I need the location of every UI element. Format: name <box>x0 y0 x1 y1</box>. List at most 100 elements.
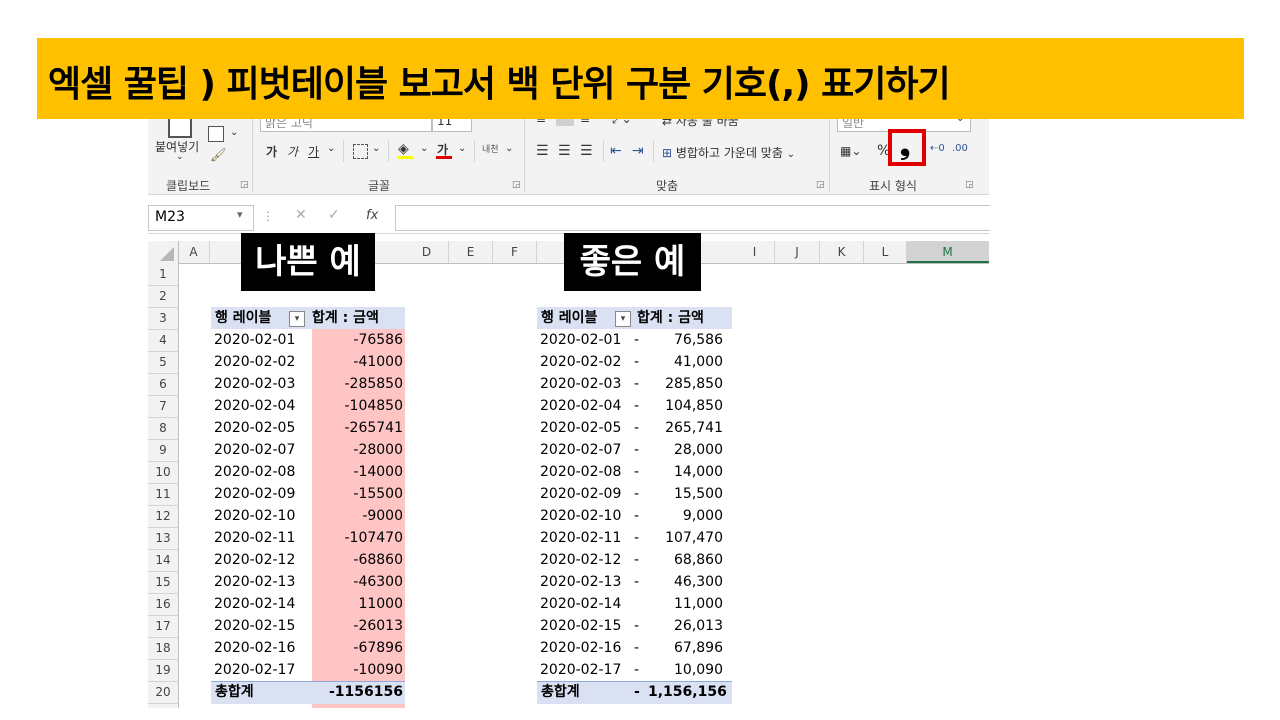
table-row-value[interactable]: -15500 <box>312 483 403 505</box>
align-center-icon[interactable]: ☰ <box>558 143 571 159</box>
border-chevron-icon[interactable]: ⌄ <box>372 143 380 154</box>
table-row-date[interactable]: 2020-02-02 <box>214 351 310 373</box>
font-color-chevron-icon[interactable]: ⌄ <box>458 143 466 154</box>
column-header-j[interactable]: J <box>775 241 820 263</box>
phonetic-chevron-icon[interactable]: ⌄ <box>505 143 513 154</box>
filter-dropdown-icon[interactable]: ▾ <box>289 311 305 327</box>
table-row-value[interactable]: 67,896 <box>648 637 723 659</box>
fill-color-icon[interactable]: ◈ <box>398 141 409 157</box>
clipboard-launcher-icon[interactable]: ◲ <box>240 180 249 190</box>
table-row-date[interactable]: 2020-02-03 <box>214 373 310 395</box>
table-row-value[interactable]: 107,470 <box>648 527 723 549</box>
table-row-date[interactable]: 2020-02-10 <box>214 505 310 527</box>
row-header-16[interactable]: 16 <box>148 593 178 616</box>
bad-table-total-value[interactable]: -1156156 <box>312 681 403 703</box>
table-row-date[interactable]: 2020-02-08 <box>540 461 636 483</box>
table-row-date[interactable]: 2020-02-11 <box>214 527 310 549</box>
row-header-1[interactable]: 1 <box>148 263 178 286</box>
merge-center-button[interactable]: ⊞ 병합하고 가운데 맞춤 ⌄ <box>662 144 795 161</box>
copy-chevron-icon[interactable]: ⌄ <box>230 127 238 138</box>
table-row-date[interactable]: 2020-02-15 <box>214 615 310 637</box>
row-header-11[interactable]: 11 <box>148 483 178 506</box>
table-row-value[interactable]: 15,500 <box>648 483 723 505</box>
good-table-total-label[interactable]: 총합계 <box>541 681 631 703</box>
table-row-date[interactable]: 2020-02-12 <box>214 549 310 571</box>
bad-table-total-label[interactable]: 총합계 <box>215 681 305 703</box>
filter-dropdown-icon[interactable]: ▾ <box>615 311 631 327</box>
table-row-value[interactable]: -285850 <box>312 373 404 395</box>
decrease-decimal-icon[interactable]: .00 <box>952 143 968 154</box>
row-header-5[interactable]: 5 <box>148 351 178 374</box>
table-row-date[interactable]: 2020-02-12 <box>540 549 636 571</box>
table-row-value[interactable]: 104,850 <box>648 395 723 417</box>
format-painter-icon[interactable]: 🖌 <box>210 148 227 163</box>
table-row-value[interactable]: -41000 <box>312 351 403 373</box>
table-row-value[interactable]: 46,300 <box>648 571 723 593</box>
table-row-date[interactable]: 2020-02-09 <box>214 483 310 505</box>
table-row-value[interactable]: -10090 <box>312 659 403 681</box>
row-header-9[interactable]: 9 <box>148 439 178 462</box>
underline-chevron-icon[interactable]: ⌄ <box>327 143 335 154</box>
table-row-value[interactable]: -14000 <box>312 461 403 483</box>
table-row-date[interactable]: 2020-02-04 <box>214 395 310 417</box>
table-row-value[interactable]: 76,586 <box>648 329 723 351</box>
row-header-6[interactable]: 6 <box>148 373 178 396</box>
name-box[interactable]: M23 ▾ <box>148 205 254 231</box>
row-header-13[interactable]: 13 <box>148 527 178 550</box>
formula-options-icon[interactable]: ⋮ <box>262 209 274 223</box>
formula-input[interactable] <box>395 205 990 231</box>
row-header-2[interactable]: 2 <box>148 285 178 308</box>
select-all-button[interactable] <box>148 241 179 263</box>
name-box-chevron-icon[interactable]: ▾ <box>237 208 243 221</box>
row-header-8[interactable]: 8 <box>148 417 178 440</box>
row-header-10[interactable]: 10 <box>148 461 178 484</box>
row-header-18[interactable]: 18 <box>148 637 178 660</box>
table-row-value[interactable]: -104850 <box>312 395 404 417</box>
row-header-17[interactable]: 17 <box>148 615 178 638</box>
table-row-value[interactable]: 11,000 <box>648 593 723 615</box>
table-row-value[interactable]: -107470 <box>312 527 404 549</box>
table-row-date[interactable]: 2020-02-13 <box>214 571 310 593</box>
table-row-value[interactable]: 41,000 <box>648 351 723 373</box>
table-row-value[interactable]: -28000 <box>312 439 403 461</box>
table-row-value[interactable]: 10,090 <box>648 659 723 681</box>
table-row-date[interactable]: 2020-02-07 <box>540 439 636 461</box>
bad-table-row-label-header[interactable]: 행 레이블 <box>215 307 290 329</box>
good-table-total-value[interactable]: 1,156,156 <box>648 681 727 703</box>
table-row-value[interactable]: 68,860 <box>648 549 723 571</box>
enter-icon[interactable]: ✓ <box>328 207 340 223</box>
table-row-date[interactable]: 2020-02-01 <box>214 329 310 351</box>
good-table-value-header[interactable]: 합계 : 금액 <box>637 307 730 329</box>
table-row-date[interactable]: 2020-02-11 <box>540 527 636 549</box>
table-row-value[interactable]: 9,000 <box>648 505 723 527</box>
row-header-3[interactable]: 3 <box>148 307 178 330</box>
table-row-value[interactable]: -68860 <box>312 549 403 571</box>
table-row-date[interactable]: 2020-02-05 <box>540 417 636 439</box>
copy-icon[interactable] <box>208 126 224 142</box>
italic-button[interactable]: 가 <box>287 143 298 160</box>
alignment-launcher-icon[interactable]: ◲ <box>816 180 825 190</box>
column-header-f[interactable]: F <box>493 241 537 263</box>
row-header-4[interactable]: 4 <box>148 329 178 352</box>
table-row-date[interactable]: 2020-02-04 <box>540 395 636 417</box>
column-header-i[interactable]: I <box>735 241 775 263</box>
bold-button[interactable]: 가 <box>266 143 277 160</box>
table-row-date[interactable]: 2020-02-14 <box>540 593 636 615</box>
table-row-date[interactable]: 2020-02-14 <box>214 593 310 615</box>
table-row-date[interactable]: 2020-02-09 <box>540 483 636 505</box>
row-header-20[interactable]: 20 <box>148 681 178 704</box>
good-table-row-label-header[interactable]: 행 레이블 <box>541 307 616 329</box>
border-icon[interactable] <box>353 144 368 159</box>
table-row-date[interactable]: 2020-02-17 <box>214 659 310 681</box>
row-header-12[interactable]: 12 <box>148 505 178 528</box>
column-header-e[interactable]: E <box>449 241 493 263</box>
underline-button[interactable]: 가 <box>308 143 319 160</box>
table-row-value[interactable]: 14,000 <box>648 461 723 483</box>
column-header-d[interactable]: D <box>405 241 449 263</box>
paste-button[interactable]: 붙여넣기 ⌄ <box>152 112 204 162</box>
table-row-value[interactable]: -67896 <box>312 637 403 659</box>
column-header-a[interactable]: A <box>178 241 210 263</box>
table-row-date[interactable]: 2020-02-10 <box>540 505 636 527</box>
table-row-value[interactable]: -26013 <box>312 615 403 637</box>
table-row-date[interactable]: 2020-02-03 <box>540 373 636 395</box>
